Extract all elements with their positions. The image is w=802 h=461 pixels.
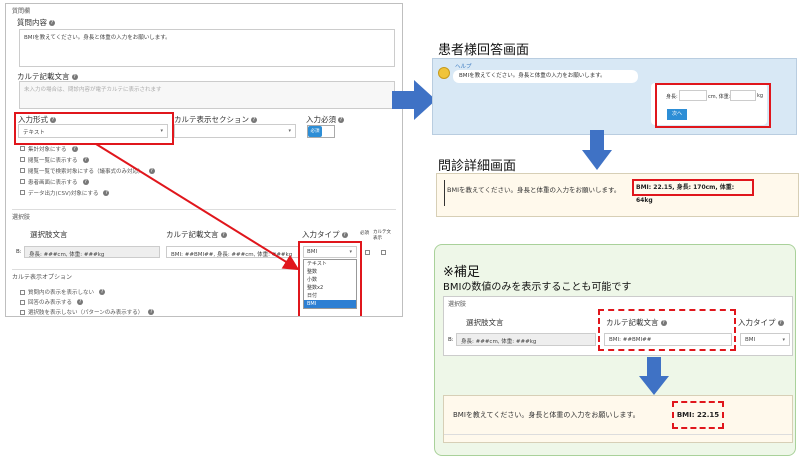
patient-screen-heading: 患者様回答画面: [438, 43, 530, 58]
supplement-result-panel: BMIを教えてください。身長と体重の入力をお願いします。 BMI: 22.15: [443, 395, 793, 443]
arrow-down-icon: [639, 357, 669, 395]
patient-answer-screen: ヘルプ BMIを教えてください。身長と体重の入力をお願いします。 身長: cm,…: [432, 58, 797, 135]
detail-answer-highlight: BMI: 22.15, 身長: 170cm, 体重: 64kg: [632, 179, 754, 204]
height-label: 身長:: [666, 94, 678, 100]
result-bmi-highlight: BMI: 22.15: [672, 401, 724, 429]
detail-screen-heading: 問診詳細画面: [438, 159, 517, 174]
interview-detail-screen: BMIを教えてください。身長と体重の入力をお願いします。 BMI: 22.15,…: [436, 173, 799, 217]
choice-text-input[interactable]: 身長: ###cm, 体重: ###kg: [456, 333, 596, 346]
divider: [444, 434, 792, 435]
weight-unit: kg: [757, 93, 764, 99]
height-input[interactable]: [679, 90, 707, 101]
arrow-right-icon: [392, 80, 436, 120]
supplement-subheading: BMIの数値のみを表示することも可能です: [443, 282, 632, 293]
detail-question-text: BMIを教えてください。身長と体重の入力をお願いします。: [447, 186, 621, 194]
input-type-select[interactable]: BMI ▾: [740, 333, 790, 346]
col-choice-text: 選択肢文言: [466, 318, 504, 327]
arrow-down-icon: [582, 130, 612, 170]
help-icon[interactable]: ?: [777, 320, 784, 326]
section-choices-title: 選択肢: [448, 301, 467, 308]
height-unit: cm, 体重:: [708, 94, 731, 100]
karte-text-highlight: [598, 309, 736, 351]
row-prefix: B:: [448, 337, 454, 343]
result-question-text: BMIを教えてください。身長と体重の入力をお願いします。: [453, 411, 640, 419]
text-cursor: [444, 180, 445, 206]
question-bubble: BMIを教えてください。身長と体重の入力をお願いします。: [453, 70, 638, 83]
chevron-down-icon: ▾: [782, 337, 785, 343]
col-input-type: 入力タイプ?: [738, 318, 784, 327]
supplement-choices-panel: 選択肢 選択肢文言 カルテ記載文言? 入力タイプ? B: 身長: ###cm, …: [443, 296, 793, 356]
next-button[interactable]: 次へ: [667, 109, 687, 120]
help-label: ヘルプ: [455, 64, 472, 70]
assistant-avatar: [438, 67, 450, 79]
weight-input[interactable]: [730, 90, 756, 101]
supplement-panel: ※補足 BMIの数値のみを表示することも可能です 選択肢 選択肢文言 カルテ記載…: [434, 244, 796, 456]
